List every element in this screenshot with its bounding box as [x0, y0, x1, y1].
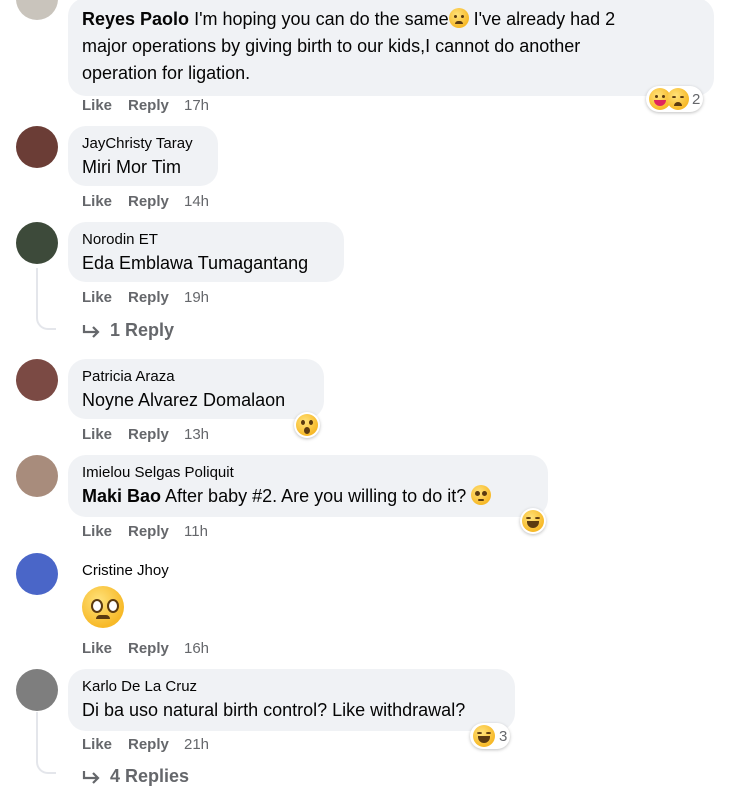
- sad-emoji-icon: [82, 586, 124, 628]
- view-replies-link[interactable]: 4 Replies: [82, 766, 189, 787]
- reply-button[interactable]: Reply: [128, 289, 184, 306]
- thread-line: [36, 268, 38, 312]
- reaction-count: 3: [499, 727, 508, 745]
- comment-text-part: I'm hoping you can do the same: [189, 9, 449, 29]
- reply-arrow-icon: [82, 324, 100, 338]
- reaction-count: 2: [692, 90, 701, 108]
- pleading-emoji-icon: [471, 485, 492, 505]
- mention-link[interactable]: Maki Bao: [82, 486, 161, 506]
- avatar[interactable]: [16, 553, 58, 595]
- mention-link[interactable]: Reyes Paolo: [82, 9, 189, 29]
- timestamp[interactable]: 14h: [184, 193, 209, 210]
- comment-text-part: I've already had 2: [468, 9, 616, 29]
- avatar[interactable]: [16, 0, 58, 20]
- comment-author[interactable]: Cristine Jhoy: [82, 561, 169, 581]
- comment-author[interactable]: JayChristy Taray: [82, 134, 204, 154]
- reaction-summary[interactable]: 2: [646, 86, 704, 112]
- timestamp[interactable]: 13h: [184, 426, 209, 443]
- timestamp[interactable]: 11h: [184, 523, 208, 540]
- reply-button[interactable]: Reply: [128, 97, 184, 114]
- comment-bubble: Patricia Araza Noyne Alvarez Domalaon: [68, 359, 324, 419]
- comment-text-part: After baby #2. Are you willing to do it?: [161, 486, 467, 506]
- comment-author[interactable]: Karlo De La Cruz: [82, 677, 501, 697]
- comment-text: Di ba uso natural birth control? Like wi…: [82, 700, 466, 720]
- reply-button[interactable]: Reply: [128, 426, 184, 443]
- comment-author[interactable]: Norodin ET: [82, 230, 330, 250]
- comment-text: Miri Mor Tim: [82, 157, 181, 177]
- timestamp[interactable]: 17h: [184, 97, 209, 114]
- reply-button[interactable]: Reply: [128, 640, 184, 657]
- comment-bubble: Reyes Paolo I'm hoping you can do the sa…: [68, 0, 714, 96]
- reply-button[interactable]: Reply: [128, 736, 184, 753]
- thread-line: [36, 712, 38, 756]
- replies-count: 1 Reply: [110, 320, 175, 340]
- comment-bubble: JayChristy Taray Miri Mor Tim: [68, 126, 218, 186]
- wow-emoji-icon: [296, 414, 318, 436]
- comment-author[interactable]: Patricia Araza: [82, 367, 310, 387]
- like-button[interactable]: Like: [82, 97, 128, 114]
- comment-actions: Like Reply 21h: [82, 736, 209, 753]
- avatar[interactable]: [16, 126, 58, 168]
- like-button[interactable]: Like: [82, 426, 128, 443]
- like-button[interactable]: Like: [82, 193, 128, 210]
- like-button[interactable]: Like: [82, 289, 128, 306]
- comment-actions: Like Reply 16h: [82, 640, 209, 657]
- comment-actions: Like Reply 19h: [82, 289, 209, 306]
- reaction-summary[interactable]: [520, 508, 546, 534]
- comment-actions: Like Reply 13h: [82, 426, 209, 443]
- reply-button[interactable]: Reply: [128, 193, 184, 210]
- reaction-summary[interactable]: [294, 412, 320, 438]
- view-replies-link[interactable]: 1 Reply: [82, 320, 174, 341]
- comment-text: Noyne Alvarez Domalaon: [82, 390, 286, 410]
- avatar[interactable]: [16, 455, 58, 497]
- comment-actions: Like Reply 17h: [82, 97, 209, 114]
- comment-actions: Like Reply 11h: [82, 523, 208, 540]
- comment-text-part: major operations by giving birth to our …: [82, 36, 581, 56]
- comment-bubble: Norodin ET Eda Emblawa Tumagantang: [68, 222, 344, 282]
- avatar[interactable]: [16, 669, 58, 711]
- comment-bubble: Karlo De La Cruz Di ba uso natural birth…: [68, 669, 515, 731]
- like-button[interactable]: Like: [82, 640, 128, 657]
- comment-text-part: operation for ligation.: [82, 63, 251, 83]
- crying-emoji-icon: [667, 88, 689, 110]
- timestamp[interactable]: 16h: [184, 640, 209, 657]
- avatar[interactable]: [16, 359, 58, 401]
- laugh-emoji-icon: [473, 725, 495, 747]
- timestamp[interactable]: 21h: [184, 736, 209, 753]
- comment-text: Reyes Paolo I'm hoping you can do the sa…: [82, 6, 700, 87]
- comment-bubble: Imielou Selgas Poliquit Maki Bao After b…: [68, 455, 548, 517]
- sad-emoji-icon: [448, 8, 469, 28]
- comment-actions: Like Reply 14h: [82, 193, 209, 210]
- thread-curve: [36, 312, 56, 330]
- like-button[interactable]: Like: [82, 736, 128, 753]
- laugh-emoji-icon: [522, 510, 544, 532]
- avatar[interactable]: [16, 222, 58, 264]
- comment-text: Eda Emblawa Tumagantang: [82, 253, 309, 273]
- timestamp[interactable]: 19h: [184, 289, 209, 306]
- replies-count: 4 Replies: [110, 766, 190, 786]
- reaction-summary[interactable]: 3: [470, 723, 511, 749]
- comment-author[interactable]: Imielou Selgas Poliquit: [82, 463, 534, 483]
- reply-button[interactable]: Reply: [128, 523, 184, 540]
- reply-arrow-icon: [82, 770, 100, 784]
- comment-text: Maki Bao After baby #2. Are you willing …: [82, 483, 534, 510]
- thread-curve: [36, 756, 56, 774]
- like-button[interactable]: Like: [82, 523, 128, 540]
